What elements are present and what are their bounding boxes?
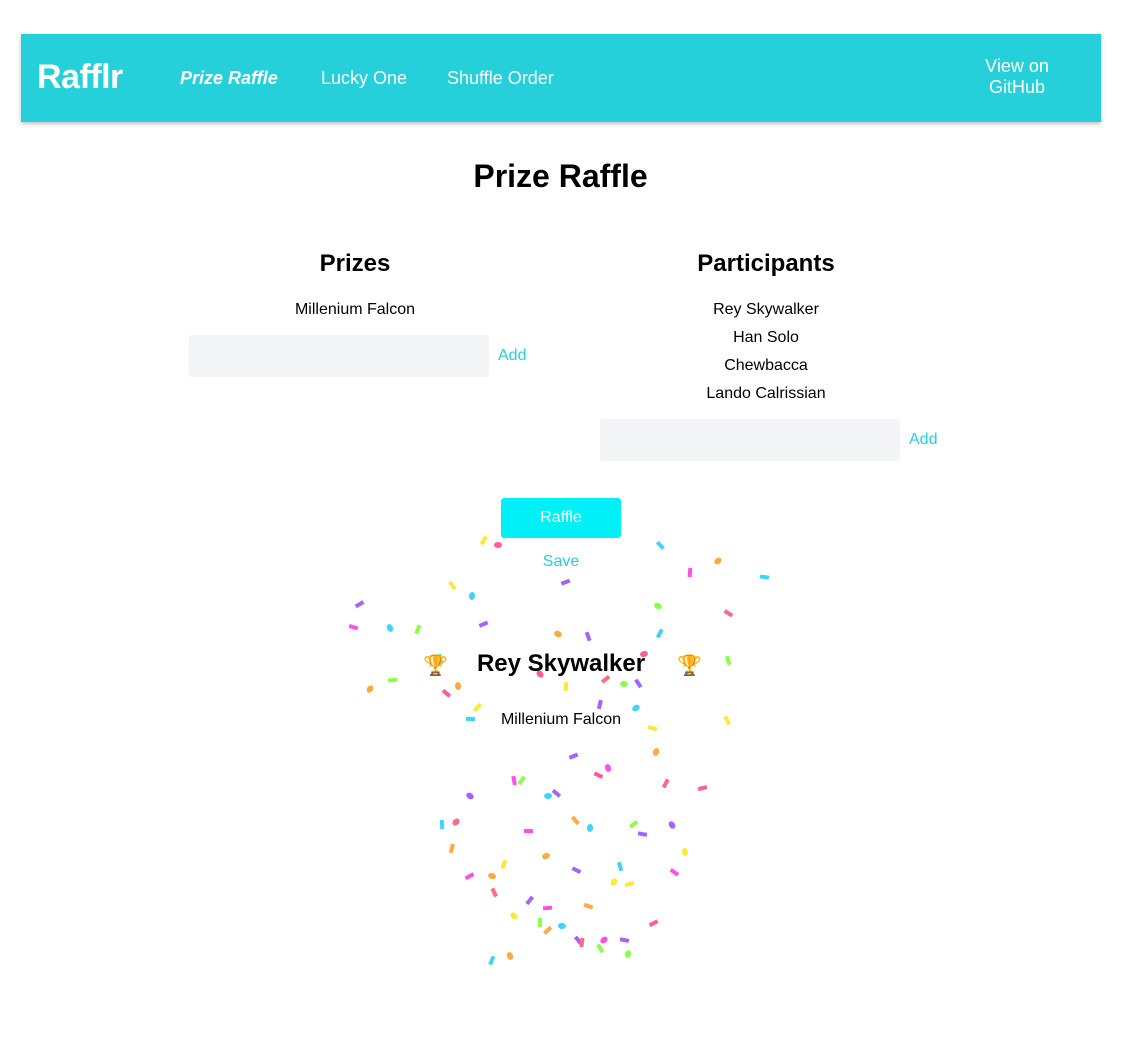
- github-link[interactable]: View on GitHub: [965, 56, 1069, 98]
- confetti-piece: [655, 628, 664, 639]
- confetti-piece: [616, 861, 624, 872]
- participant-item: Lando Calrissian: [706, 385, 826, 402]
- confetti-piece: [454, 682, 462, 690]
- confetti-piece: [517, 775, 527, 786]
- page-title: Prize Raffle: [473, 158, 648, 194]
- confetti-piece: [723, 715, 731, 726]
- confetti-piece: [479, 535, 488, 546]
- confetti-piece: [439, 819, 445, 830]
- confetti-piece: [637, 831, 648, 837]
- confetti-piece: [652, 748, 660, 756]
- confetti-piece: [628, 819, 639, 829]
- confetti-piece: [610, 878, 618, 886]
- confetti-piece: [542, 905, 553, 911]
- trophy-icon: 🏆: [677, 655, 702, 677]
- participant-input[interactable]: [600, 419, 900, 461]
- confetti-piece: [448, 843, 455, 854]
- confetti-piece: [452, 818, 460, 826]
- prize-input[interactable]: [189, 335, 489, 377]
- confetti-piece: [573, 935, 583, 946]
- confetti-piece: [619, 937, 630, 943]
- confetti-piece: [604, 764, 612, 772]
- confetti-piece: [714, 557, 722, 565]
- confetti-piece: [648, 919, 659, 928]
- confetti-piece: [560, 578, 571, 586]
- confetti-piece: [687, 567, 693, 578]
- confetti-piece: [624, 950, 632, 958]
- participants-heading: Participants: [697, 250, 835, 277]
- confetti-piece: [620, 680, 628, 688]
- confetti-piece: [724, 655, 732, 666]
- confetti-piece: [466, 792, 474, 800]
- confetti-piece: [542, 852, 550, 860]
- prizes-heading: Prizes: [319, 250, 391, 277]
- nav-link-prize-raffle[interactable]: Prize Raffle: [180, 68, 278, 89]
- confetti-piece: [441, 688, 452, 698]
- confetti-piece: [579, 937, 585, 948]
- confetti-piece: [387, 677, 398, 683]
- confetti-piece: [681, 848, 689, 856]
- confetti-piece: [551, 788, 562, 798]
- confetti-piece: [511, 775, 517, 786]
- confetti-piece: [570, 815, 580, 826]
- confetti-piece: [669, 868, 680, 877]
- confetti-piece: [448, 580, 457, 591]
- winner-name: Rey Skywalker: [476, 650, 646, 677]
- confetti-piece: [525, 895, 535, 906]
- participant-item: Chewbacca: [724, 357, 808, 374]
- confetti-piece: [697, 785, 708, 792]
- winner-prize: Millenium Falcon: [500, 711, 622, 728]
- confetti-piece: [500, 859, 508, 870]
- prize-item: Millenium Falcon: [294, 301, 416, 318]
- confetti-piece: [386, 624, 394, 632]
- confetti-piece: [494, 542, 502, 548]
- confetti-piece: [348, 623, 359, 631]
- confetti-piece: [634, 678, 643, 689]
- confetti-piece: [490, 887, 498, 898]
- confetti-piece: [596, 699, 603, 710]
- confetti-piece: [468, 592, 476, 600]
- confetti-piece: [464, 872, 475, 881]
- participant-item: Rey Skywalker: [713, 301, 819, 318]
- confetti-piece: [668, 821, 676, 829]
- confetti-piece: [584, 631, 592, 642]
- confetti-piece: [523, 828, 534, 834]
- confetti-piece: [366, 685, 374, 693]
- confetti-piece: [563, 681, 569, 692]
- add-prize-button[interactable]: Add: [498, 347, 526, 365]
- confetti-piece: [600, 936, 608, 944]
- confetti-piece: [354, 600, 365, 609]
- confetti-piece: [554, 630, 562, 638]
- save-button[interactable]: Save: [511, 553, 611, 571]
- confetti-piece: [661, 778, 670, 789]
- confetti-piece: [624, 881, 635, 888]
- confetti-piece: [488, 955, 496, 966]
- brand-logo[interactable]: Rafflr: [37, 58, 123, 97]
- confetti-piece: [544, 792, 552, 800]
- confetti-piece: [506, 952, 514, 960]
- add-participant-button[interactable]: Add: [909, 431, 937, 449]
- navbar: Rafflr Prize Raffle Lucky One Shuffle Or…: [21, 34, 1101, 122]
- raffle-button[interactable]: Raffle: [501, 498, 621, 538]
- confetti-piece: [654, 602, 662, 610]
- participant-item: Han Solo: [733, 329, 799, 346]
- nav-link-lucky-one[interactable]: Lucky One: [321, 68, 407, 89]
- confetti-piece: [558, 922, 566, 930]
- confetti-piece: [583, 902, 594, 910]
- confetti-piece: [723, 609, 734, 618]
- confetti-piece: [414, 624, 422, 635]
- confetti-piece: [488, 872, 496, 880]
- confetti-piece: [571, 866, 582, 874]
- confetti-piece: [593, 771, 604, 779]
- confetti-piece: [543, 925, 553, 935]
- confetti-piece: [568, 752, 579, 760]
- confetti-piece: [759, 574, 770, 580]
- confetti-piece: [655, 540, 665, 551]
- confetti-piece: [596, 943, 605, 954]
- confetti-piece: [478, 620, 489, 628]
- confetti-piece: [586, 824, 594, 832]
- confetti-piece: [510, 912, 518, 920]
- confetti-piece: [537, 917, 543, 928]
- nav-link-shuffle-order[interactable]: Shuffle Order: [447, 68, 554, 89]
